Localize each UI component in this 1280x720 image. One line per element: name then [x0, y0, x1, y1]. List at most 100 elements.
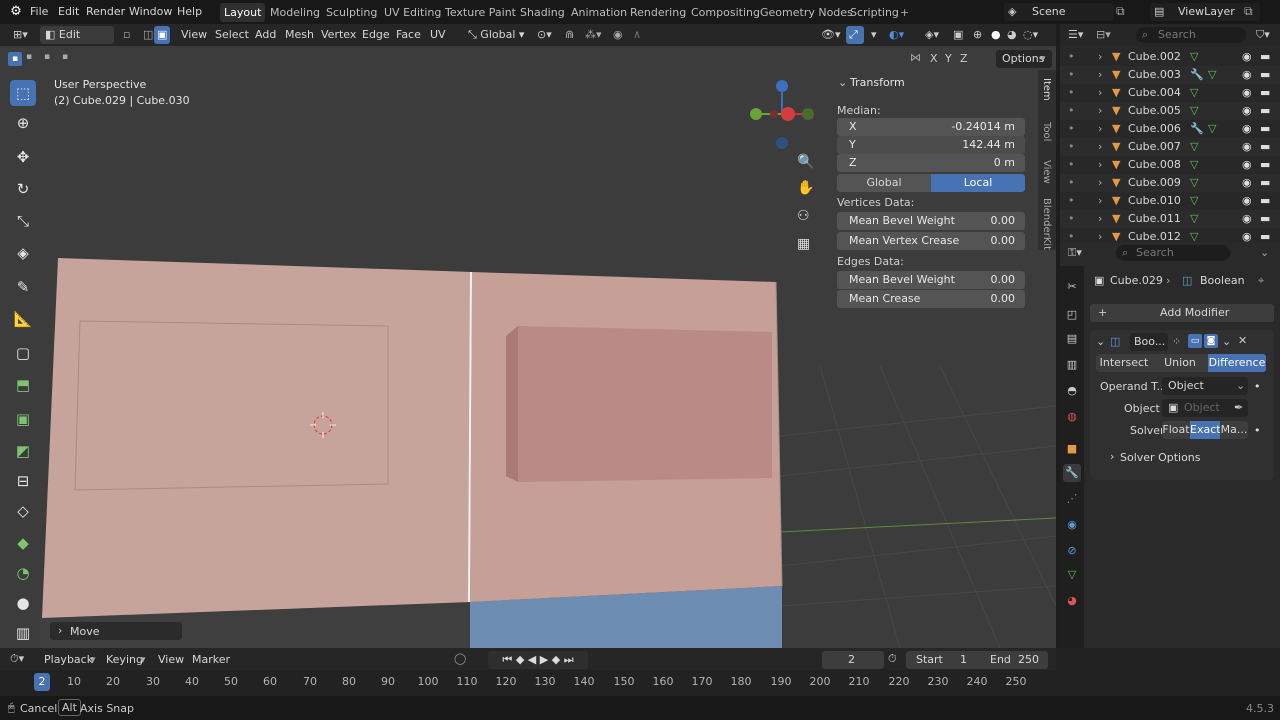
vertex-select-icon[interactable]: ▫: [118, 26, 135, 44]
camera-icon[interactable]: ▬: [1260, 156, 1270, 174]
end-frame-field[interactable]: End 250: [978, 651, 1048, 669]
menu-uv[interactable]: UV: [425, 26, 451, 44]
solver-manifold[interactable]: Ma...: [1220, 421, 1248, 439]
select-extend-icon[interactable]: ▪: [26, 52, 40, 66]
orientation-selector[interactable]: ⤡ Global ▾: [463, 26, 529, 44]
expand-icon[interactable]: ›: [1098, 84, 1102, 102]
play-icon[interactable]: ▶: [540, 653, 548, 666]
outliner-row[interactable]: • › ▼ Cube.009 ▽ ◉ ▬: [1060, 174, 1280, 192]
op-difference[interactable]: Difference: [1208, 354, 1266, 372]
keyframe-dot-icon[interactable]: •: [1254, 424, 1261, 437]
rendered-shading-icon[interactable]: ◌▾: [1018, 26, 1043, 44]
constraints-tab-icon[interactable]: ⊘: [1063, 542, 1081, 560]
solver-float[interactable]: Float: [1162, 421, 1190, 439]
add-modifier-button[interactable]: + Add Modifier: [1090, 304, 1274, 322]
tab-animation[interactable]: Animation: [567, 3, 631, 22]
camera-icon[interactable]: ▬: [1260, 84, 1270, 102]
falloff-icon[interactable]: ∧: [628, 26, 646, 44]
menu-add[interactable]: Add: [250, 26, 281, 44]
object-tab-icon[interactable]: ■: [1063, 440, 1081, 458]
axis-z[interactable]: Z: [960, 52, 968, 65]
chevron-down-icon[interactable]: ⌄: [838, 76, 847, 89]
camera-icon[interactable]: ▬: [1260, 102, 1270, 120]
tab-compositing[interactable]: Compositing: [687, 3, 764, 22]
menu-face[interactable]: Face: [391, 26, 426, 44]
perspective-toggle-icon[interactable]: ▦: [797, 236, 810, 252]
scale-tool-icon[interactable]: ⤡: [10, 208, 36, 234]
outliner-row[interactable]: • › ▼ Cube.008 ▽ ◉ ▬: [1060, 156, 1280, 174]
eye-icon[interactable]: ◉: [1242, 102, 1252, 120]
sidebar-tab-view[interactable]: View: [1041, 160, 1052, 184]
tab-scripting[interactable]: Scripting: [846, 3, 903, 22]
world-tab-icon[interactable]: ◍: [1063, 408, 1081, 426]
tab-modeling[interactable]: Modeling: [266, 3, 324, 22]
viewport-toggle-icon[interactable]: ▭: [1188, 334, 1202, 348]
sidebar-tab-item[interactable]: Item: [1041, 78, 1052, 101]
expand-icon[interactable]: ›: [1098, 228, 1102, 242]
data-tab-icon[interactable]: ▽: [1063, 566, 1081, 584]
axis-y[interactable]: Y: [945, 52, 952, 65]
chevron-down-icon[interactable]: ⌄: [1096, 335, 1105, 348]
scene-selector[interactable]: ◈ Scene: [1004, 3, 1114, 21]
jump-end-icon[interactable]: ⏭: [564, 653, 574, 666]
median-x-field[interactable]: X -0.24014 m: [837, 118, 1025, 136]
visibility-icon[interactable]: 👁▾: [816, 26, 846, 44]
outliner-row[interactable]: • › ▼ Cube.004 ▽ ◉ ▬: [1060, 84, 1280, 102]
outliner-row[interactable]: • › ▼ Cube.007 ▽ ◉ ▬: [1060, 138, 1280, 156]
outliner-editor-icon[interactable]: ☰▾: [1068, 28, 1083, 41]
outliner-row[interactable]: • › ▼ Cube.002 ▽ ◉ ▬: [1060, 48, 1280, 66]
smooth-tool-icon[interactable]: ●: [10, 590, 36, 616]
timeline-editor-icon[interactable]: ⏱▾: [10, 652, 24, 666]
menu-help[interactable]: Help: [171, 0, 208, 24]
inset-tool-icon[interactable]: ▣: [10, 406, 36, 432]
expand-icon[interactable]: ›: [1098, 192, 1102, 210]
eyedropper-icon[interactable]: ✒: [1234, 401, 1243, 414]
outliner-row[interactable]: • › ▼ Cube.003 🔧 ▽ ◉ ▬: [1060, 66, 1280, 84]
transform-tool-icon[interactable]: ◈: [10, 240, 36, 266]
overlay-icon[interactable]: ◐▾: [884, 26, 909, 44]
outliner-row[interactable]: • › ▼ Cube.011 ▽ ◉ ▬: [1060, 210, 1280, 228]
outliner-row[interactable]: • › ▼ Cube.006 🔧 ▽ ◉ ▬: [1060, 120, 1280, 138]
eye-icon[interactable]: ◉: [1242, 138, 1252, 156]
expand-icon[interactable]: ›: [1098, 210, 1102, 228]
tab-geometry-nodes[interactable]: Geometry Nodes: [756, 3, 857, 22]
add-cube-tool-icon[interactable]: ▢: [10, 340, 36, 366]
eye-icon[interactable]: ◉: [1242, 210, 1252, 228]
modifier-tab-icon[interactable]: 🔧: [1063, 464, 1081, 482]
tab-sculpting[interactable]: Sculpting: [322, 3, 381, 22]
outliner-row[interactable]: • › ▼ Cube.010 ▽ ◉ ▬: [1060, 192, 1280, 210]
chevron-right-icon[interactable]: ›: [1110, 450, 1114, 463]
select-new-icon[interactable]: ▪: [8, 52, 22, 66]
op-intersect[interactable]: Intersect: [1096, 354, 1152, 372]
camera-icon[interactable]: ▬: [1260, 192, 1270, 210]
prev-keyframe-icon[interactable]: ◆: [516, 653, 524, 666]
properties-search-input[interactable]: ⌕ Search: [1116, 245, 1230, 261]
menu-select[interactable]: Select: [210, 26, 254, 44]
expand-icon[interactable]: ›: [1098, 156, 1102, 174]
outliner-search-input[interactable]: ⌕ Search: [1136, 27, 1246, 43]
current-frame-field[interactable]: 2: [822, 651, 884, 669]
menu-mesh[interactable]: Mesh: [280, 26, 319, 44]
play-reverse-icon[interactable]: ◀: [528, 653, 536, 666]
snap-icon[interactable]: ⋒: [560, 26, 579, 44]
select-invert-icon[interactable]: ▪: [62, 52, 76, 66]
tab-rendering[interactable]: Rendering: [626, 3, 690, 22]
stopwatch-icon[interactable]: ⏱: [888, 652, 897, 666]
modifier-name-field[interactable]: Boo...: [1130, 333, 1168, 351]
camera-icon[interactable]: ▬: [1260, 138, 1270, 156]
outliner-row[interactable]: • › ▼ Cube.005 ▽ ◉ ▬: [1060, 102, 1280, 120]
chevron-down-icon[interactable]: ⌄: [1260, 246, 1269, 259]
auto-keying-icon[interactable]: ◯: [454, 652, 466, 665]
start-frame-field[interactable]: Start 1: [906, 651, 978, 669]
camera-view-icon[interactable]: ⚇: [797, 208, 810, 224]
properties-editor-icon[interactable]: ⚿▾: [1068, 246, 1082, 260]
pivot-icon[interactable]: ⊙▾: [532, 26, 557, 44]
blender-logo-icon[interactable]: ⚙: [8, 4, 24, 20]
mesh-overlay-icon[interactable]: ◈▾: [920, 26, 944, 44]
editor-type-icon[interactable]: ⊞▾: [8, 26, 33, 44]
render-toggle-icon[interactable]: ◙: [1204, 334, 1218, 348]
physics-tab-icon[interactable]: ◉: [1063, 516, 1081, 534]
output-tab-icon[interactable]: ▤: [1063, 330, 1081, 348]
view-layer-tab-icon[interactable]: ▥: [1063, 356, 1081, 374]
outliner-row[interactable]: • › ▼ Cube.012 ▽ ◉ ▬: [1060, 228, 1280, 242]
